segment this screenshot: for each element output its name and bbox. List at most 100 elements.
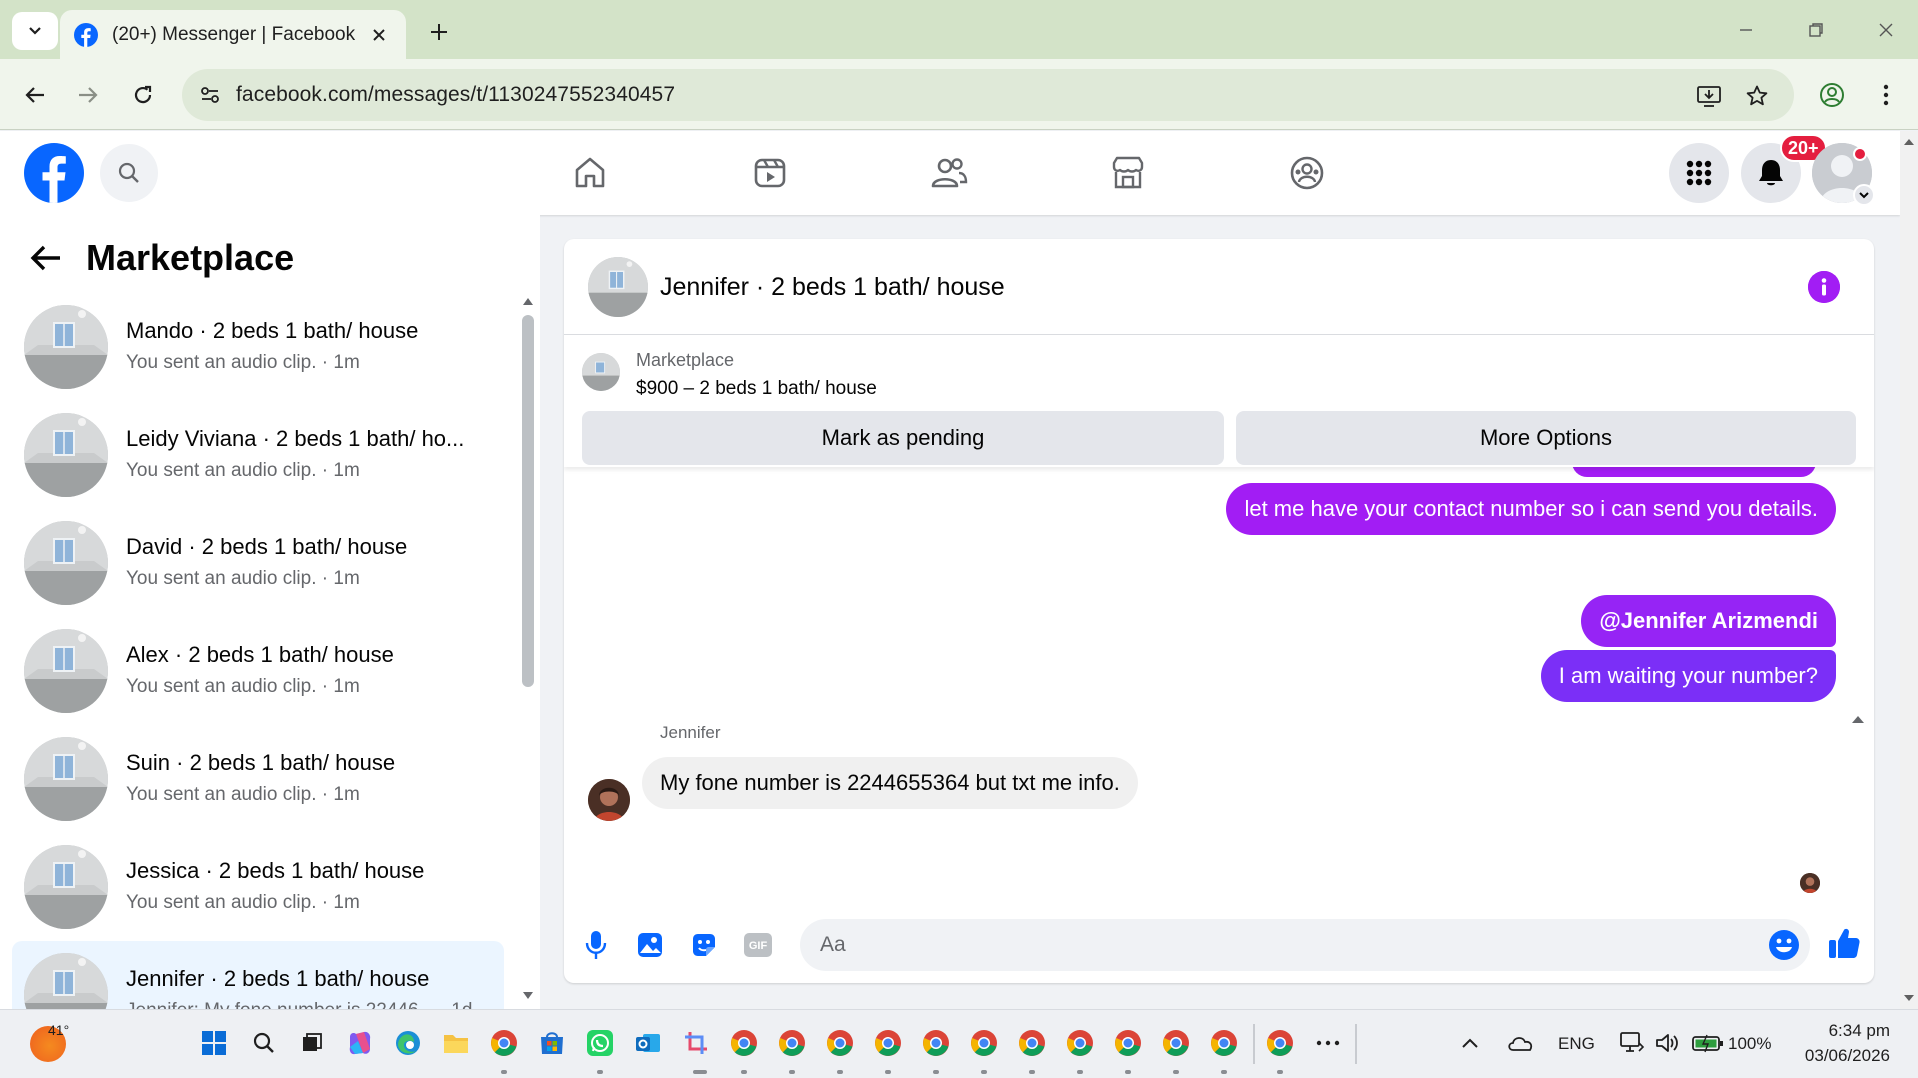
chrome-icon[interactable] <box>774 1025 810 1061</box>
conversation-item[interactable]: Alex · 2 beds 1 bath/ house You sent an a… <box>12 617 504 725</box>
listing-thumbnail[interactable] <box>582 353 620 391</box>
chrome-icon[interactable] <box>1062 1025 1098 1061</box>
input-language[interactable]: ENG <box>1558 1034 1595 1054</box>
browser-menu-icon[interactable] <box>1868 77 1904 113</box>
message-bubble-outgoing[interactable]: @Jennifer Arizmendi <box>1581 595 1836 647</box>
file-explorer-icon[interactable] <box>438 1025 474 1061</box>
page-scrollbar[interactable] <box>1900 131 1918 1009</box>
profile-status-dot <box>1853 147 1867 161</box>
new-tab-button[interactable] <box>424 17 454 47</box>
bookmark-star-icon[interactable] <box>1742 81 1772 111</box>
video-icon[interactable] <box>745 149 795 197</box>
message-bubble-outgoing[interactable]: let me have your contact number so i can… <box>1226 483 1836 535</box>
listing-avatar <box>24 305 108 389</box>
reload-icon[interactable] <box>125 77 161 113</box>
friends-icon[interactable] <box>924 149 974 197</box>
snipping-tool-icon[interactable] <box>678 1025 714 1061</box>
chrome-icon[interactable] <box>1014 1025 1050 1061</box>
conversation-item[interactable]: Jessica · 2 beds 1 bath/ house You sent a… <box>12 833 504 941</box>
whatsapp-icon[interactable] <box>582 1025 618 1061</box>
chrome-icon[interactable] <box>486 1025 522 1061</box>
marketplace-icon[interactable] <box>1103 149 1153 197</box>
conversation-preview: Jennifer: My fone number is 22446... · 1… <box>126 1000 472 1009</box>
more-options-button[interactable]: More Options <box>1236 411 1856 465</box>
listing-avatar[interactable] <box>588 257 648 317</box>
task-view-icon[interactable] <box>294 1025 330 1061</box>
more-apps-icon[interactable] <box>1310 1025 1346 1061</box>
onedrive-cloud-icon[interactable] <box>1502 1025 1538 1061</box>
chevron-up-icon[interactable] <box>1452 1025 1488 1061</box>
close-window-icon[interactable] <box>1866 14 1906 46</box>
chrome-icon[interactable] <box>966 1025 1002 1061</box>
running-indicator <box>597 1070 603 1074</box>
minimize-window-icon[interactable] <box>1726 14 1766 46</box>
edge-browser-icon[interactable] <box>390 1025 426 1061</box>
message-bubble-outgoing[interactable]: I am waiting your number? <box>1540 650 1836 702</box>
volume-icon[interactable] <box>1650 1025 1686 1061</box>
battery-icon[interactable] <box>1690 1025 1726 1061</box>
search-icon[interactable] <box>100 144 158 202</box>
network-icon[interactable] <box>1614 1025 1650 1061</box>
conversation-item[interactable]: Jennifer · 2 beds 1 bath/ house Jennifer:… <box>12 941 504 1009</box>
restore-window-icon[interactable] <box>1796 14 1836 46</box>
conversation-item[interactable]: Mando · 2 beds 1 bath/ house You sent an … <box>12 293 504 401</box>
attach-photo-icon[interactable] <box>632 927 668 963</box>
menu-grid-icon[interactable] <box>1669 143 1729 203</box>
copilot-icon[interactable] <box>342 1025 378 1061</box>
groups-icon[interactable] <box>1282 149 1332 197</box>
conversation-preview: You sent an audio clip. · 1m <box>126 568 360 589</box>
chrome-icon[interactable] <box>1110 1025 1146 1061</box>
taskbar-search-icon[interactable] <box>246 1025 282 1061</box>
microphone-icon[interactable] <box>578 927 614 963</box>
listing-banner: Marketplace $900 – 2 beds 1 bath/ house … <box>564 335 1874 467</box>
clock-time[interactable]: 6:34 pm <box>1829 1021 1890 1041</box>
info-icon[interactable] <box>1808 271 1840 303</box>
listing-description[interactable]: $900 – 2 beds 1 bath/ house <box>636 378 877 400</box>
chrome-icon[interactable] <box>726 1025 762 1061</box>
site-settings-icon[interactable] <box>196 81 224 109</box>
conversation-item[interactable]: Leidy Viviana · 2 beds 1 bath/ ho... You … <box>12 401 504 509</box>
chrome-icon[interactable] <box>918 1025 954 1061</box>
listing-avatar <box>24 737 108 821</box>
chrome-icon[interactable] <box>822 1025 858 1061</box>
message-bubble-outgoing-partial <box>1572 467 1816 477</box>
sticker-icon[interactable] <box>686 927 722 963</box>
browser-tab-active[interactable]: (20+) Messenger | Facebook <box>60 10 406 59</box>
tab-search-button[interactable] <box>12 12 58 50</box>
address-bar[interactable]: facebook.com/messages/t/1130247552340457 <box>182 69 1794 121</box>
conversation-item[interactable]: Suin · 2 beds 1 bath/ house You sent an a… <box>12 725 504 833</box>
chat-title[interactable]: Jennifer · 2 beds 1 bath/ house <box>660 273 1005 302</box>
chrome-icon[interactable] <box>1158 1025 1194 1061</box>
mark-as-pending-button[interactable]: Mark as pending <box>582 411 1224 465</box>
listing-avatar <box>24 521 108 605</box>
message-bubble-incoming[interactable]: My fone number is 2244655364 but txt me … <box>642 757 1138 809</box>
conversation-preview: You sent an audio clip. · 1m <box>126 352 360 373</box>
clock-date[interactable]: 03/06/2026 <box>1805 1046 1890 1066</box>
back-arrow-icon[interactable] <box>28 240 64 276</box>
windows-start-icon[interactable] <box>196 1025 232 1061</box>
microsoft-store-icon[interactable] <box>534 1025 570 1061</box>
close-tab-icon[interactable] <box>366 22 392 48</box>
tab-title: (20+) Messenger | Facebook <box>112 23 356 45</box>
message-input[interactable]: Aa <box>800 919 1810 971</box>
home-icon[interactable] <box>565 149 615 197</box>
emoji-icon[interactable] <box>1768 929 1800 961</box>
sender-avatar[interactable] <box>588 779 630 821</box>
thumbs-up-icon[interactable] <box>1824 923 1864 963</box>
back-arrow-icon[interactable] <box>17 77 53 113</box>
browser-profile-icon[interactable] <box>1814 77 1850 113</box>
chrome-icon[interactable] <box>870 1025 906 1061</box>
forward-arrow-icon[interactable] <box>70 77 106 113</box>
running-indicator <box>1029 1070 1035 1074</box>
sidebar-scrollbar-thumb[interactable] <box>522 315 534 687</box>
scroll-up-arrow-icon[interactable] <box>1850 713 1866 725</box>
chrome-icon[interactable] <box>1206 1025 1242 1061</box>
conversation-item[interactable]: David · 2 beds 1 bath/ house You sent an … <box>12 509 504 617</box>
facebook-logo[interactable] <box>24 143 84 203</box>
install-app-icon[interactable] <box>1694 81 1724 111</box>
outlook-icon[interactable] <box>630 1025 666 1061</box>
account-chevron-icon[interactable] <box>1853 184 1875 206</box>
conversation-preview: You sent an audio clip. · 1m <box>126 460 360 481</box>
gif-icon[interactable]: GIF <box>740 927 776 963</box>
chrome-icon[interactable] <box>1262 1025 1298 1061</box>
